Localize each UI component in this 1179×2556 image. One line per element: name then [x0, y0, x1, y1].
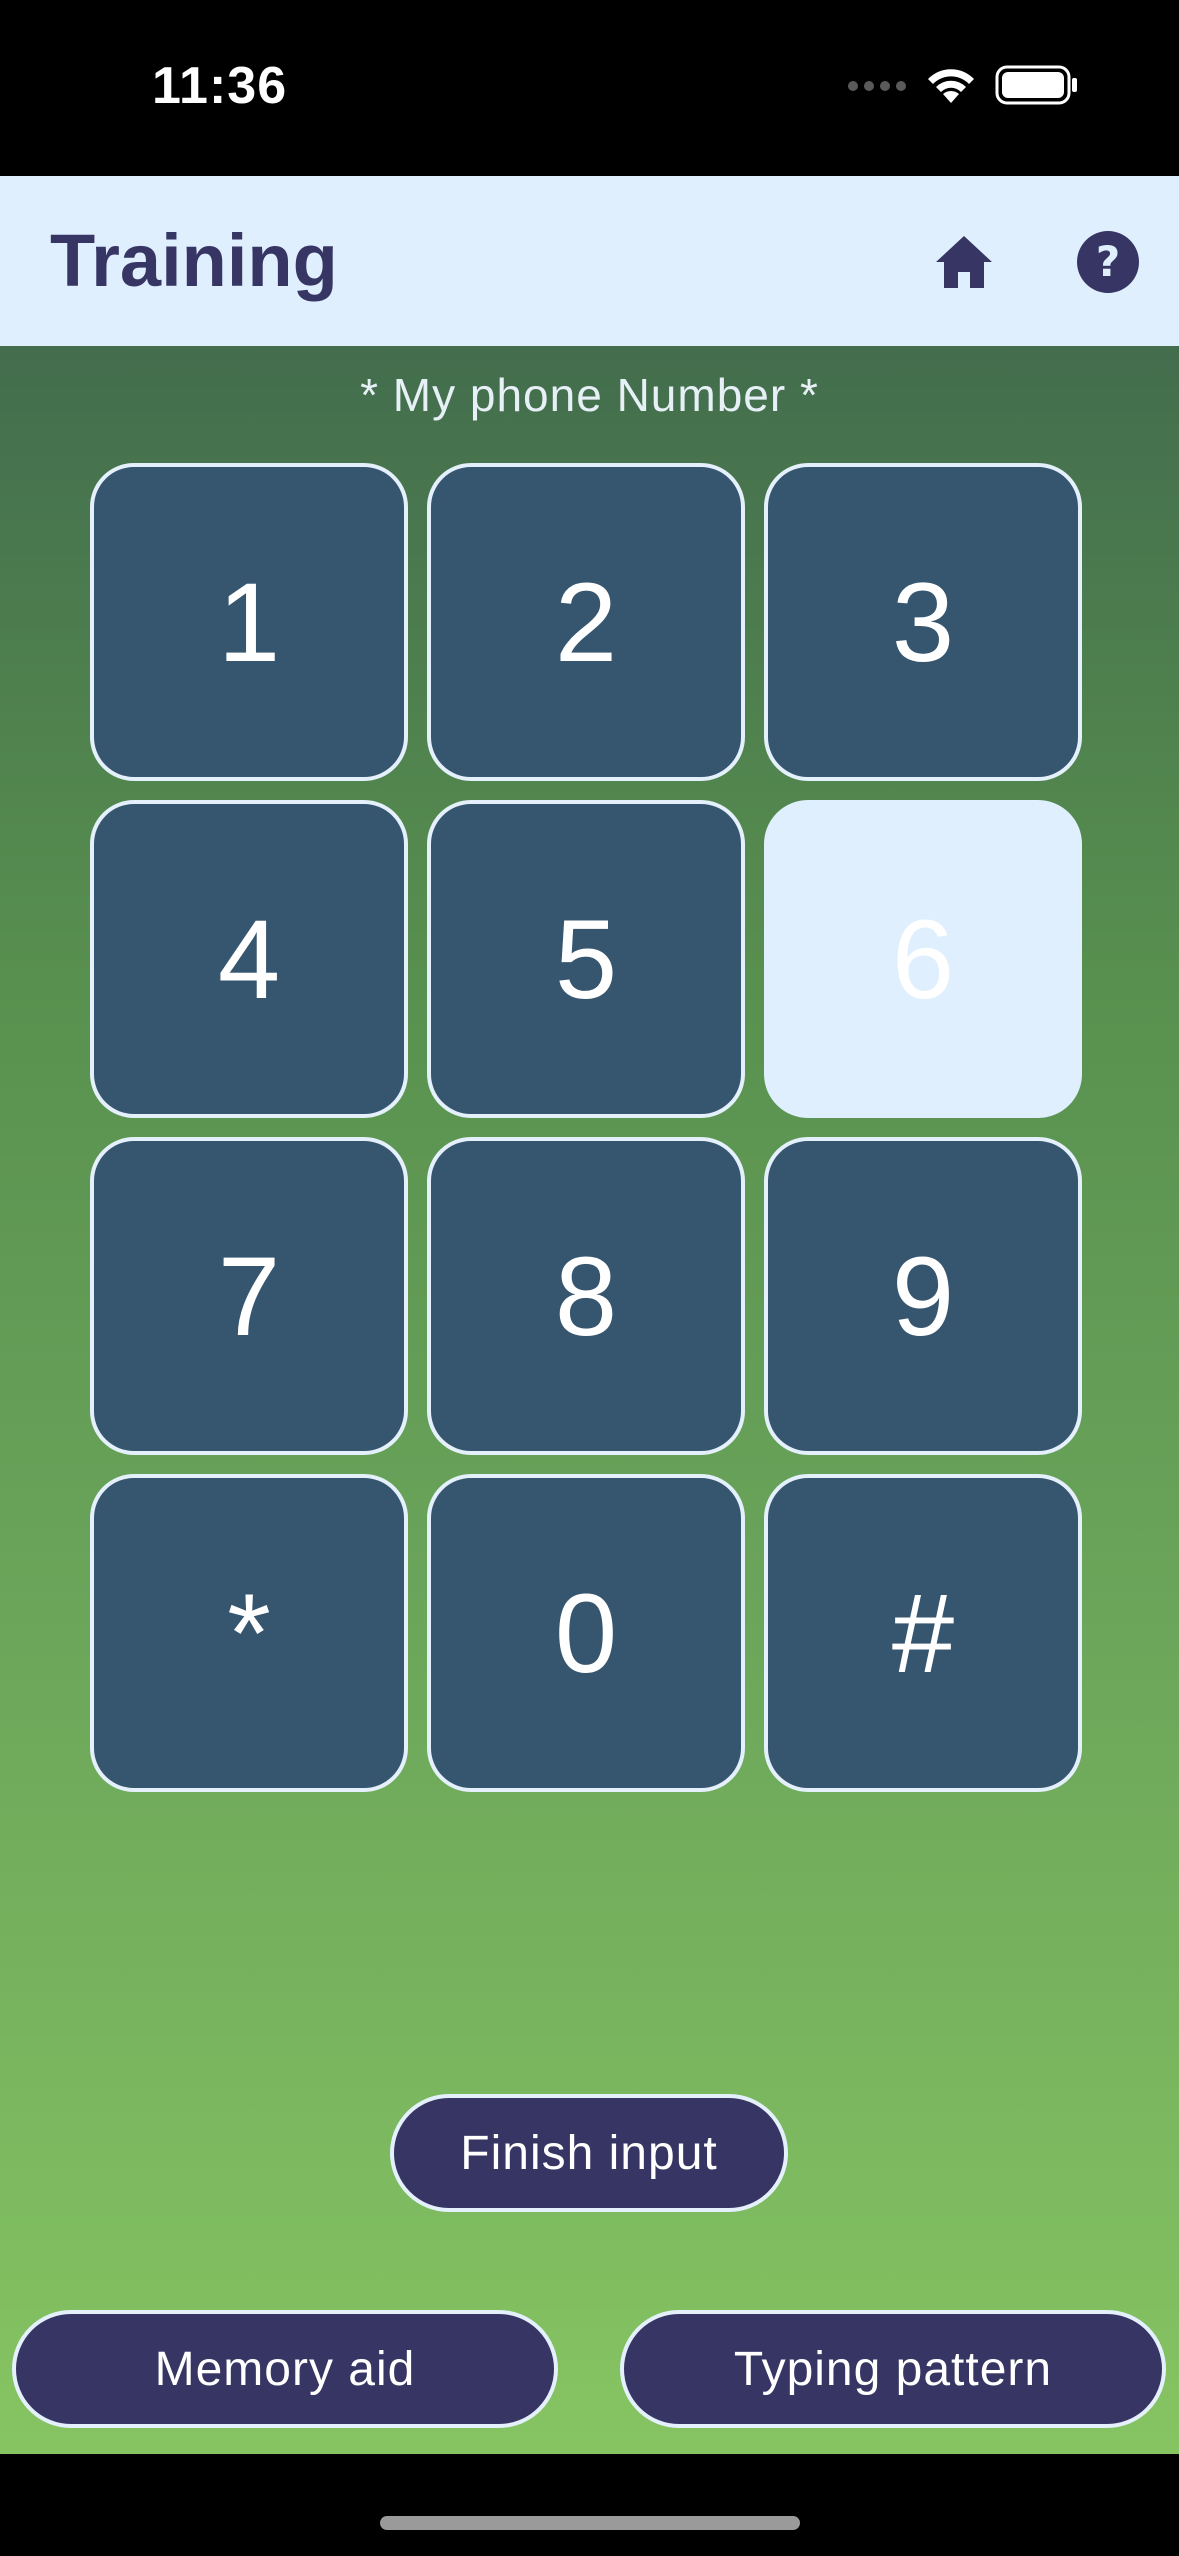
- wifi-icon: [925, 65, 977, 109]
- bottom-bar: [0, 2454, 1179, 2556]
- target-label: * My phone Number *: [360, 369, 819, 421]
- key-4[interactable]: 4: [90, 800, 408, 1118]
- key-2[interactable]: 2: [427, 463, 745, 781]
- signal-dots-icon: [847, 78, 907, 97]
- keypad-area: * My phone Number * 1 2 3 4 5 6 7 8 9 * …: [0, 346, 1179, 2454]
- home-indicator[interactable]: [380, 2516, 800, 2530]
- status-bar: 11:36: [0, 0, 1179, 176]
- key-3[interactable]: 3: [764, 463, 1082, 781]
- help-icon[interactable]: ?: [1072, 226, 1144, 298]
- key-0[interactable]: 0: [427, 1474, 745, 1792]
- status-icons: [847, 62, 1079, 112]
- key-hash[interactable]: #: [764, 1474, 1082, 1792]
- key-star[interactable]: *: [90, 1474, 408, 1792]
- svg-text:?: ?: [1096, 237, 1120, 286]
- key-5[interactable]: 5: [427, 800, 745, 1118]
- key-6[interactable]: 6: [764, 800, 1082, 1118]
- key-1[interactable]: 1: [90, 463, 408, 781]
- key-9[interactable]: 9: [764, 1137, 1082, 1455]
- typing-pattern-button[interactable]: Typing pattern: [620, 2310, 1166, 2428]
- nav-bar: Training ?: [0, 176, 1179, 346]
- status-time: 11:36: [152, 57, 288, 115]
- memory-aid-button[interactable]: Memory aid: [12, 2310, 558, 2428]
- battery-icon: [995, 65, 1079, 109]
- finish-input-button[interactable]: Finish input: [390, 2094, 788, 2212]
- page-title: Training: [50, 219, 338, 302]
- key-7[interactable]: 7: [90, 1137, 408, 1455]
- home-icon[interactable]: [928, 226, 1000, 298]
- key-8[interactable]: 8: [427, 1137, 745, 1455]
